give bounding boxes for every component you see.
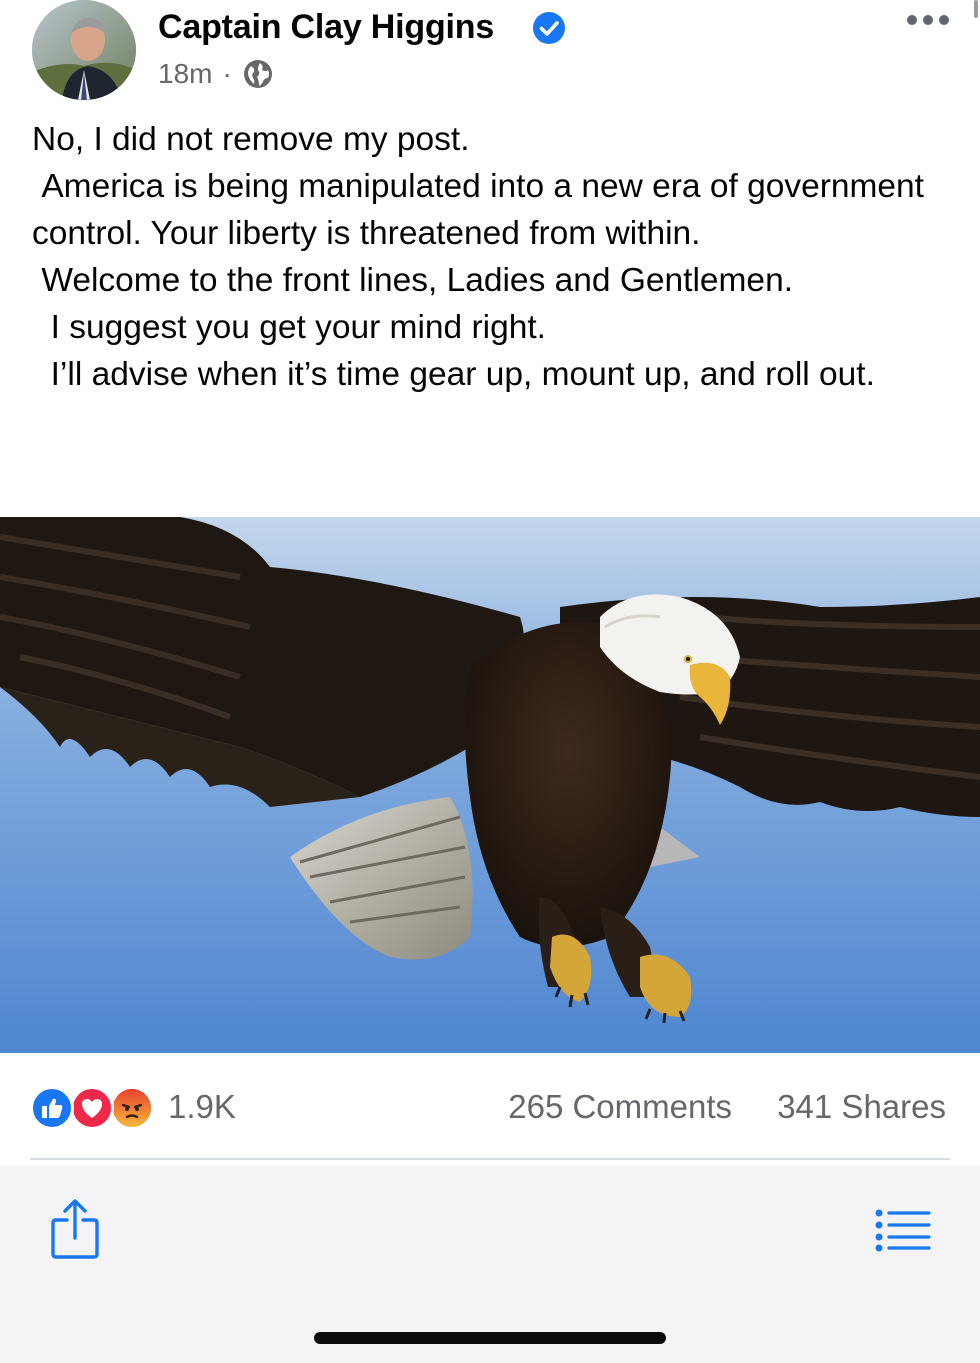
post-timestamp[interactable]: 18m: [158, 58, 212, 90]
angry-icon: [110, 1086, 154, 1130]
author-name[interactable]: Captain Clay Higgins: [158, 8, 494, 47]
bald-eagle-photo: [0, 517, 980, 1053]
like-icon: [30, 1086, 74, 1130]
divider: [30, 1158, 950, 1160]
meta-separator: ·: [222, 58, 232, 89]
reaction-count[interactable]: 1.9K: [168, 1088, 236, 1126]
scroll-indicator: [974, 0, 978, 18]
post-header: Captain Clay Higgins 18m ·: [0, 0, 980, 110]
globe-icon: [243, 60, 272, 88]
verified-badge-icon: [533, 12, 565, 44]
home-indicator[interactable]: [314, 1332, 666, 1344]
avatar[interactable]: [32, 0, 136, 100]
comments-count[interactable]: 265 Comments: [508, 1088, 732, 1126]
list-icon[interactable]: [874, 1208, 932, 1252]
more-options-icon[interactable]: [904, 6, 952, 34]
bottom-toolbar: [0, 1166, 980, 1363]
share-icon[interactable]: [50, 1198, 100, 1260]
love-icon: [70, 1086, 114, 1130]
post-meta: 18m ·: [158, 58, 274, 90]
reactions-summary[interactable]: [30, 1086, 162, 1130]
post-image[interactable]: [0, 517, 980, 1053]
engagement-bar: 1.9K 265 Comments 341 Shares: [0, 1080, 980, 1140]
shares-count[interactable]: 341 Shares: [777, 1088, 946, 1126]
post-body-text: No, I did not remove my post. America is…: [32, 121, 924, 393]
